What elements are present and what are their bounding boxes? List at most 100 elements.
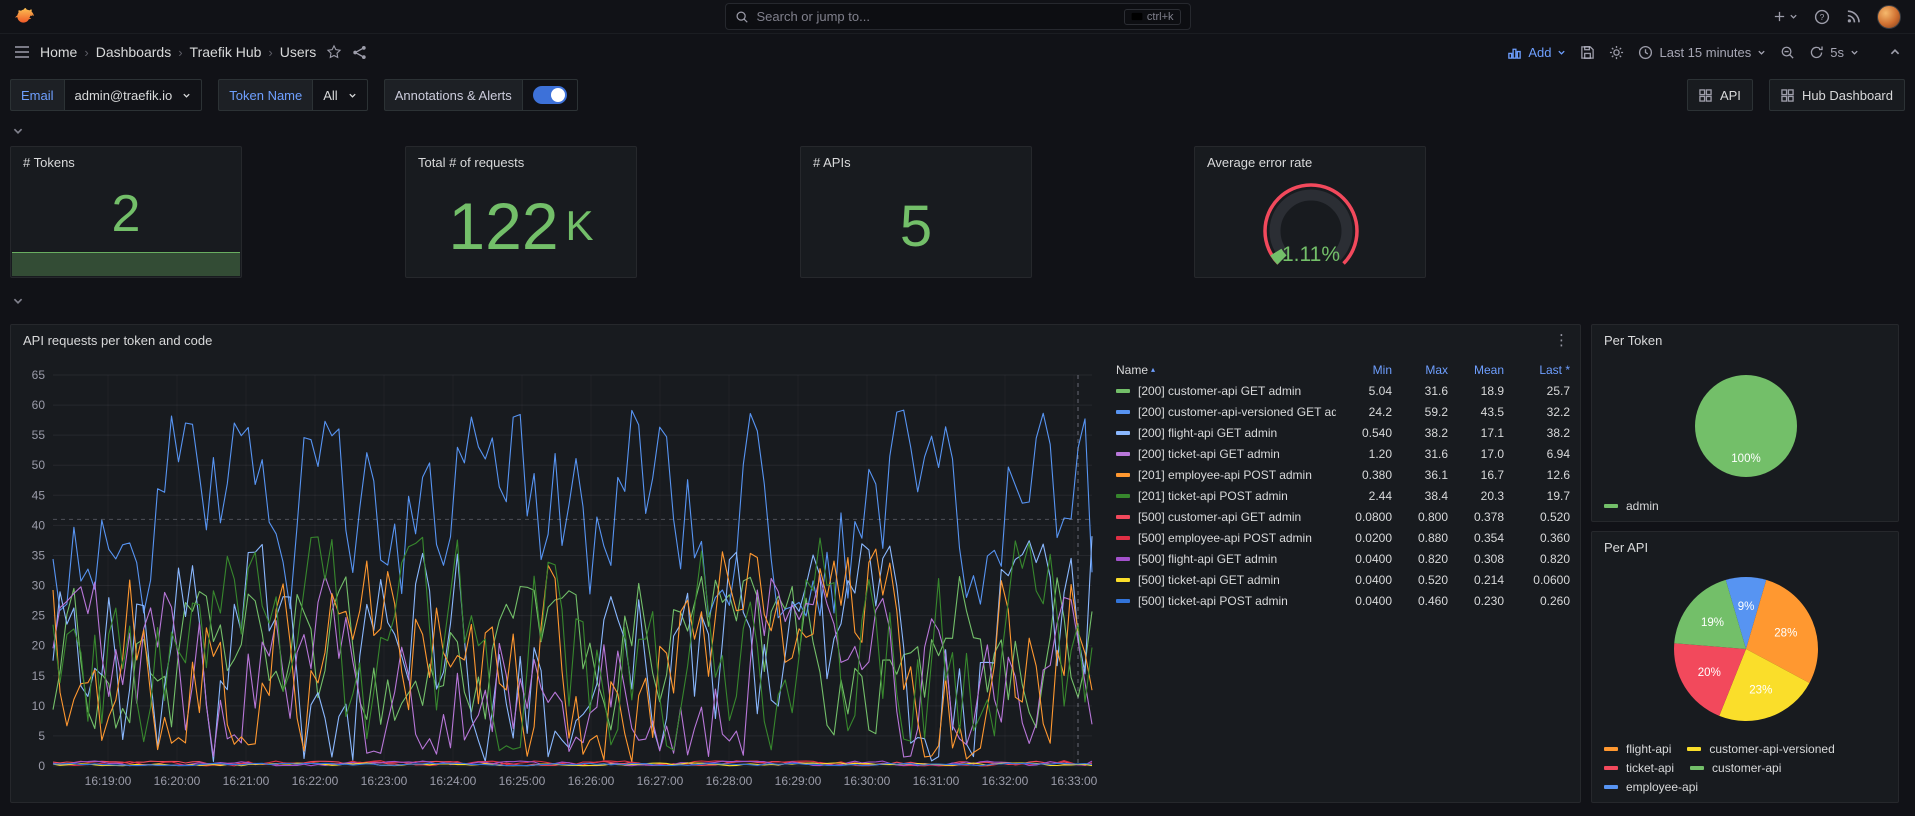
- svg-text:16:26:00: 16:26:00: [568, 774, 615, 788]
- email-filter-select[interactable]: admin@traefik.io: [63, 79, 203, 111]
- per-api-legend: flight-api customer-api-versioned ticket-a…: [1604, 742, 1890, 794]
- stat-sparkline: [12, 252, 240, 276]
- legend-column-min[interactable]: Min: [1336, 363, 1392, 377]
- breadcrumb-item-dashboards[interactable]: Dashboards: [96, 44, 172, 60]
- api-link-button[interactable]: API: [1686, 79, 1753, 111]
- mega-menu-icon[interactable]: [14, 45, 30, 59]
- favorite-star-icon[interactable]: [326, 44, 342, 60]
- legend-column-max[interactable]: Max: [1392, 363, 1448, 377]
- stat-panel--apis: # APIs 5: [800, 146, 1032, 278]
- apps-grid-icon: [1699, 88, 1712, 102]
- breadcrumb-item-traefik-hub[interactable]: Traefik Hub: [190, 44, 262, 60]
- per-token-pie-chart[interactable]: 100%: [1592, 351, 1900, 501]
- legend-column-mean[interactable]: Mean: [1448, 363, 1504, 377]
- svg-text:60: 60: [32, 398, 46, 412]
- breadcrumb-separator: ›: [268, 44, 273, 60]
- svg-text:30: 30: [32, 579, 46, 593]
- gauge-value: 1.11%: [1282, 243, 1340, 266]
- stat-panel--tokens: # Tokens 2: [10, 146, 242, 278]
- row-collapse-icon[interactable]: [0, 292, 1915, 310]
- help-icon[interactable]: ?: [1814, 9, 1830, 25]
- stat-value-suffix: K: [565, 202, 594, 249]
- breadcrumb-item-users[interactable]: Users: [280, 44, 317, 60]
- pie-slice-label: 19%: [1701, 617, 1724, 629]
- submenu-bar: Email admin@traefik.io Token Name All An…: [0, 70, 1915, 118]
- share-icon[interactable]: [352, 45, 367, 60]
- pie-legend-item-customer-api-versioned[interactable]: customer-api-versioned: [1687, 742, 1835, 756]
- legend-column-name[interactable]: Name ▴: [1116, 363, 1336, 377]
- sort-caret-icon: ▴: [1151, 365, 1156, 374]
- dashboard-toolbar: Home › Dashboards › Traefik Hub › Users Add La…: [0, 34, 1915, 70]
- stat-value: 2: [111, 185, 141, 243]
- hub-dashboard-link-button[interactable]: Hub Dashboard: [1768, 79, 1905, 111]
- pie-legend-item-employee-api[interactable]: employee-api: [1604, 780, 1698, 794]
- token-name-filter-select[interactable]: All: [312, 79, 368, 111]
- pie-legend-item-flight-api[interactable]: flight-api: [1604, 742, 1671, 756]
- series-color-swatch: [1604, 504, 1618, 508]
- legend-row[interactable]: [200] customer-api GET admin 5.04 31.6 18.9…: [1116, 380, 1574, 401]
- svg-text:20: 20: [32, 639, 46, 653]
- legend-row[interactable]: [200] ticket-api GET admin 1.20 31.6 17.0 6.…: [1116, 443, 1574, 464]
- grafana-logo[interactable]: [14, 6, 36, 28]
- pie-slice-label: 9%: [1738, 601, 1755, 613]
- legend-header: Name ▴ Min Max Mean Last *: [1116, 359, 1574, 380]
- refresh-picker[interactable]: 5s: [1809, 45, 1859, 60]
- panel-title: Total # of requests: [418, 155, 525, 170]
- svg-text:10: 10: [32, 699, 46, 713]
- legend-column-last[interactable]: Last *: [1504, 363, 1570, 377]
- dashboard-settings-icon[interactable]: [1609, 45, 1624, 60]
- new-item-menu[interactable]: [1773, 10, 1798, 23]
- svg-text:16:28:00: 16:28:00: [706, 774, 753, 788]
- breadcrumb: Home › Dashboards › Traefik Hub › Users: [40, 44, 316, 60]
- annotations-control: Annotations & Alerts: [383, 79, 578, 111]
- annotations-toggle[interactable]: [532, 86, 567, 104]
- legend-row[interactable]: [201] employee-api POST admin 0.380 36.1 16…: [1116, 464, 1574, 485]
- panel-menu-icon[interactable]: ⋮: [1554, 331, 1570, 349]
- per-api-pie-chart[interactable]: 9% 28% 23% 20% 19%: [1592, 558, 1900, 753]
- collapse-toolbar-icon[interactable]: [1889, 46, 1901, 58]
- legend-row[interactable]: [500] ticket-api POST admin 0.0400 0.460 0.…: [1116, 590, 1574, 611]
- legend-row[interactable]: [200] customer-api-versioned GET admin 24…: [1116, 401, 1574, 422]
- series-color-swatch: [1116, 535, 1130, 540]
- svg-text:16:33:00: 16:33:00: [1051, 774, 1098, 788]
- pie-legend-item-customer-api[interactable]: customer-api: [1690, 761, 1781, 775]
- search-input[interactable]: Search or jump to... ctrl+k: [724, 3, 1191, 30]
- series-color-swatch: [1116, 598, 1130, 603]
- legend-row[interactable]: [500] ticket-api GET admin 0.0400 0.520 0.2…: [1116, 569, 1574, 590]
- user-avatar[interactable]: [1877, 4, 1901, 29]
- svg-text:0: 0: [38, 759, 45, 773]
- add-panel-icon: [1507, 45, 1522, 60]
- clock-icon: [1638, 45, 1653, 60]
- email-filter-label: Email: [10, 79, 64, 111]
- zoom-out-time-icon[interactable]: [1780, 45, 1795, 60]
- svg-text:16:29:00: 16:29:00: [775, 774, 822, 788]
- series-color-swatch: [1687, 747, 1702, 751]
- timeseries-chart[interactable]: 0 5 10 15 20 25 30 35 40 45 50 55 60 65 16:19:00 16:20:…: [11, 355, 1106, 800]
- news-rss-icon[interactable]: [1846, 9, 1861, 24]
- chart-grid: [53, 374, 1092, 767]
- legend-row[interactable]: [500] customer-api GET admin 0.0800 0.800 0…: [1116, 506, 1574, 527]
- pie-slice-label: 28%: [1774, 627, 1797, 639]
- breadcrumb-item-home[interactable]: Home: [40, 44, 77, 60]
- pie-legend-item-admin[interactable]: admin: [1604, 499, 1659, 513]
- token-name-variable: Token Name All: [218, 79, 368, 111]
- row-collapse-icon[interactable]: [0, 122, 1915, 140]
- add-panel-button[interactable]: Add: [1507, 45, 1566, 60]
- svg-text:16:24:00: 16:24:00: [430, 774, 477, 788]
- token-name-filter-label: Token Name: [218, 79, 313, 111]
- legend-row[interactable]: [500] flight-api GET admin 0.0400 0.820 0.3…: [1116, 548, 1574, 569]
- time-range-picker[interactable]: Last 15 minutes: [1638, 45, 1766, 60]
- email-variable: Email admin@traefik.io: [10, 79, 203, 111]
- legend-row[interactable]: [201] ticket-api POST admin 2.44 38.4 20.3 1…: [1116, 485, 1574, 506]
- legend-row[interactable]: [200] flight-api GET admin 0.540 38.2 17.1 3…: [1116, 422, 1574, 443]
- per-token-legend: admin: [1604, 499, 1890, 513]
- legend-row[interactable]: [500] employee-api POST admin 0.0200 0.880…: [1116, 527, 1574, 548]
- pie-legend-item-ticket-api[interactable]: ticket-api: [1604, 761, 1674, 775]
- panel-title: # APIs: [813, 155, 851, 170]
- save-dashboard-icon[interactable]: [1580, 45, 1595, 60]
- series-color-swatch: [1116, 388, 1130, 393]
- pie-slice-label: 100%: [1731, 453, 1760, 465]
- refresh-icon: [1809, 45, 1824, 60]
- series-color-swatch: [1604, 766, 1618, 770]
- error-rate-gauge: 1.11%: [1263, 183, 1359, 266]
